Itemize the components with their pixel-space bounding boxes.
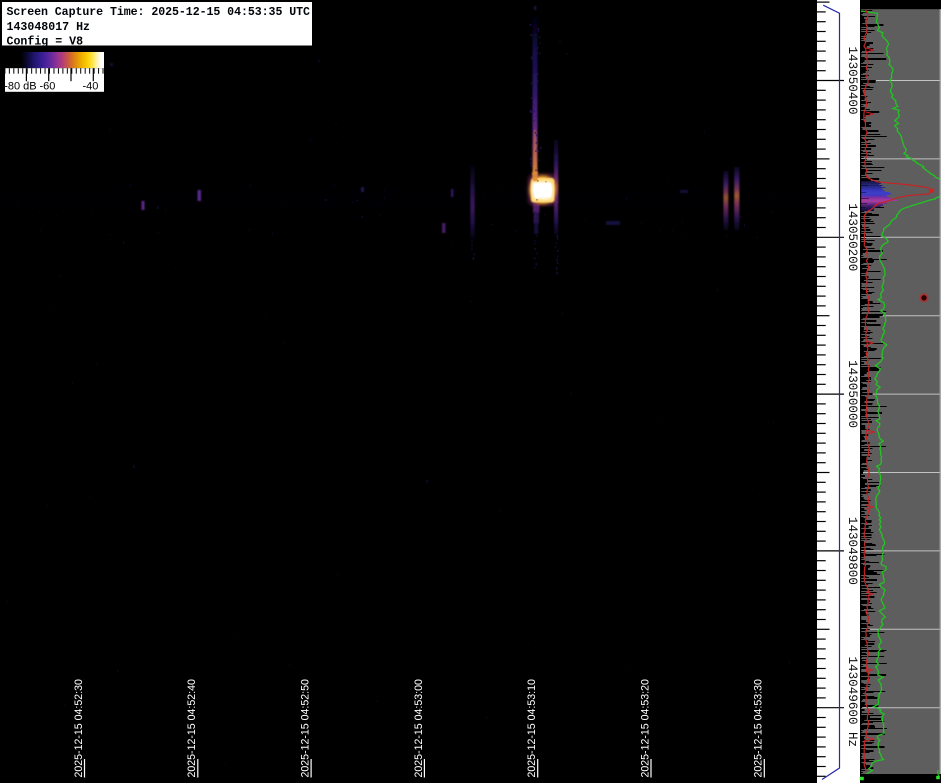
svg-text:-80 dB: -80 dB <box>4 81 36 93</box>
svg-text:2025-12-15 04:52:50: 2025-12-15 04:52:50 <box>300 679 312 777</box>
svg-text:Hz: Hz <box>845 732 859 747</box>
svg-text:2025-12-15 04:53:20: 2025-12-15 04:53:20 <box>639 679 651 777</box>
svg-text:Screen Capture Time: 2025-12-1: Screen Capture Time: 2025-12-15 04:53:35… <box>7 6 311 19</box>
svg-text:2025-12-15 04:53:00: 2025-12-15 04:53:00 <box>413 679 425 777</box>
svg-text:2025-12-15 04:53:30: 2025-12-15 04:53:30 <box>753 679 765 777</box>
svg-text:143049800: 143049800 <box>845 517 859 585</box>
svg-text:143049600: 143049600 <box>845 656 859 724</box>
svg-text:-40: -40 <box>83 81 99 93</box>
svg-text:-60: -60 <box>40 81 56 93</box>
svg-text:2025-12-15 04:52:40: 2025-12-15 04:52:40 <box>186 679 198 777</box>
svg-text:143048017 Hz: 143048017 Hz <box>7 21 91 34</box>
svg-text:2025-12-15 04:52:30: 2025-12-15 04:52:30 <box>73 679 85 777</box>
svg-text:143050200: 143050200 <box>845 203 859 271</box>
svg-text:2025-12-15 04:53:10: 2025-12-15 04:53:10 <box>526 679 538 777</box>
svg-text:143050400: 143050400 <box>845 46 859 114</box>
svg-text:Config = V8: Config = V8 <box>7 35 84 48</box>
svg-text:143050000: 143050000 <box>845 360 859 428</box>
